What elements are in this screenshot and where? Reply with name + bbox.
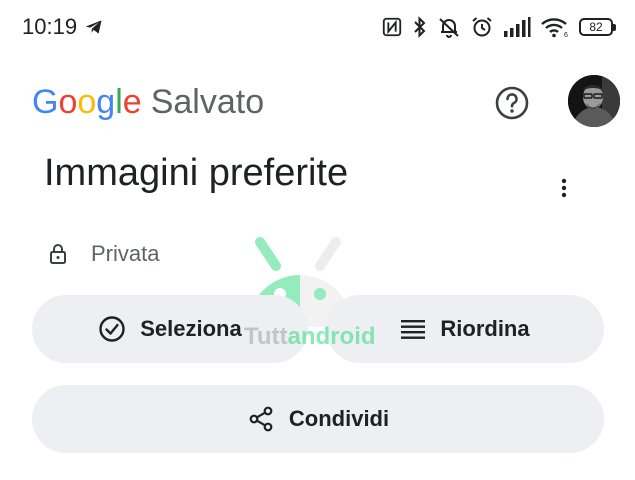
- reorder-button[interactable]: Riordina: [326, 295, 604, 363]
- status-time: 10:19: [22, 14, 78, 39]
- privacy-label: Privata: [91, 241, 160, 266]
- signal-icon: [504, 17, 531, 37]
- google-logo-letter: o: [58, 83, 78, 121]
- google-logo-letter: l: [115, 83, 123, 121]
- silent-icon: [439, 18, 459, 38]
- battery-level: 82: [589, 20, 603, 34]
- reorder-button-label: Riordina: [440, 316, 530, 341]
- status-bar: 10:19 6 82: [0, 0, 635, 58]
- alarm-icon: [472, 17, 492, 37]
- more-options-icon[interactable]: [552, 176, 576, 200]
- collection-title: Immagini preferite: [44, 152, 349, 194]
- wifi-icon: 6: [541, 18, 568, 38]
- bluetooth-icon: [414, 16, 426, 38]
- telegram-icon: [85, 20, 102, 34]
- share-button-label: Condividi: [288, 406, 390, 431]
- status-icons: 6 82: [381, 14, 616, 40]
- battery-icon: 82: [579, 18, 616, 36]
- section-title: Salvato: [150, 83, 265, 121]
- check-circle-icon: [99, 316, 125, 342]
- svg-text:6: 6: [564, 32, 568, 38]
- nfc-icon: [382, 17, 402, 37]
- share-icon: [249, 406, 273, 432]
- lock-icon: [50, 244, 66, 264]
- google-logo-letter: g: [96, 83, 116, 121]
- google-logo-letter: e: [122, 83, 142, 121]
- avatar[interactable]: [568, 75, 620, 127]
- select-button[interactable]: Seleziona: [32, 295, 308, 363]
- reorder-icon: [401, 320, 426, 339]
- google-logo-letter: o: [77, 83, 97, 121]
- google-logo: Google: [32, 82, 142, 122]
- select-button-label: Seleziona: [140, 316, 242, 341]
- google-saved-logo: Google Salvato: [32, 82, 264, 122]
- share-button[interactable]: Condividi: [32, 385, 604, 453]
- help-icon[interactable]: [495, 86, 529, 120]
- google-logo-letter: G: [32, 83, 59, 121]
